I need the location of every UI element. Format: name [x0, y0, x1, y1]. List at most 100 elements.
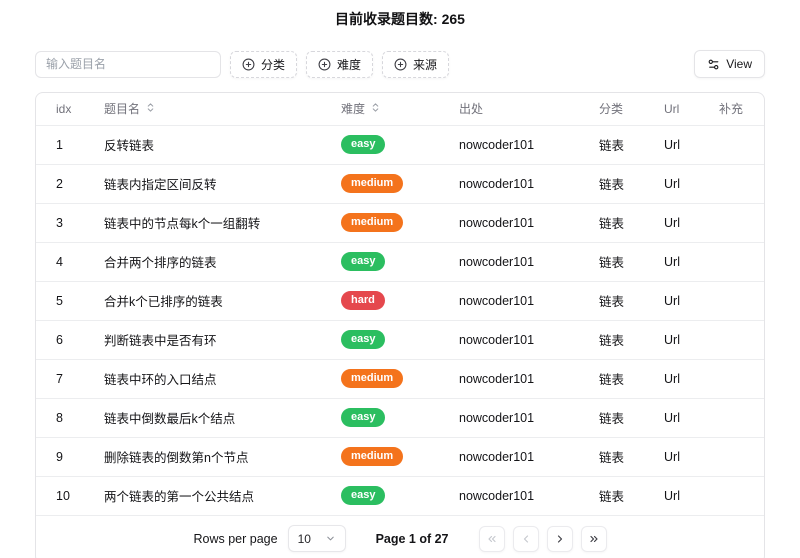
filter-difficulty-button[interactable]: 难度 [306, 50, 374, 78]
cell-url[interactable]: Url [664, 397, 719, 437]
cell-difficulty: medium [341, 202, 459, 242]
search-input[interactable] [35, 50, 221, 78]
cell-category: 链表 [599, 124, 664, 164]
table-row[interactable]: 10 两个链表的第一个公共结点 easy nowcoder101 链表 Url [36, 475, 764, 515]
column-header-idx: idx [56, 101, 72, 116]
cell-idx: 2 [36, 163, 104, 203]
cell-url[interactable]: Url [664, 358, 719, 398]
column-header-category: 分类 [599, 102, 624, 117]
column-header-name[interactable]: 题目名 [104, 93, 341, 125]
cell-category: 链表 [599, 163, 664, 203]
cell-url[interactable]: Url [664, 202, 719, 242]
cell-name: 判断链表中是否有环 [104, 319, 341, 359]
cell-source: nowcoder101 [459, 163, 599, 203]
rows-per-page-select[interactable]: 10 [287, 525, 346, 552]
last-page-button[interactable] [580, 525, 607, 552]
cell-name: 反转链表 [104, 124, 341, 164]
table-row[interactable]: 4 合并两个排序的链表 easy nowcoder101 链表 Url [36, 241, 764, 281]
cell-idx: 1 [36, 124, 104, 164]
cell-idx: 10 [36, 475, 104, 515]
rows-per-page-label: Rows per page [193, 531, 278, 546]
cell-extra [719, 163, 764, 203]
filter-source-button[interactable]: 来源 [382, 50, 450, 78]
cell-extra [719, 319, 764, 359]
cell-category: 链表 [599, 475, 664, 515]
cell-idx: 7 [36, 358, 104, 398]
cell-source: nowcoder101 [459, 475, 599, 515]
sort-icon [145, 102, 156, 116]
cell-url[interactable]: Url [664, 475, 719, 515]
cell-url[interactable]: Url [664, 163, 719, 203]
column-header-difficulty[interactable]: 难度 [341, 93, 459, 125]
cell-difficulty: easy [341, 124, 459, 164]
next-page-button[interactable] [546, 525, 573, 552]
cell-difficulty: easy [341, 397, 459, 437]
table-row[interactable]: 5 合并k个已排序的链表 hard nowcoder101 链表 Url [36, 280, 764, 320]
cell-source: nowcoder101 [459, 397, 599, 437]
column-header-source: 出处 [459, 102, 484, 117]
cell-difficulty: easy [341, 475, 459, 515]
table-row[interactable]: 6 判断链表中是否有环 easy nowcoder101 链表 Url [36, 319, 764, 359]
cell-extra [719, 436, 764, 476]
cell-source: nowcoder101 [459, 358, 599, 398]
view-button[interactable]: View [694, 50, 765, 78]
cell-source: nowcoder101 [459, 280, 599, 320]
filter-source-label: 来源 [413, 57, 438, 72]
plus-circle-icon [318, 58, 331, 71]
cell-url[interactable]: Url [664, 436, 719, 476]
cell-category: 链表 [599, 280, 664, 320]
previous-page-button[interactable] [512, 525, 539, 552]
table-row[interactable]: 9 删除链表的倒数第n个节点 medium nowcoder101 链表 Url [36, 436, 764, 476]
problems-table: idx 题目名 难度 出处 分类 Url 补充 1 反转链表 easy nowc… [36, 93, 764, 515]
cell-difficulty: easy [341, 319, 459, 359]
difficulty-badge: easy [341, 252, 386, 271]
cell-extra [719, 280, 764, 320]
cell-idx: 6 [36, 319, 104, 359]
cell-name: 删除链表的倒数第n个节点 [104, 436, 341, 476]
cell-category: 链表 [599, 202, 664, 242]
problems-table-card: idx 题目名 难度 出处 分类 Url 补充 1 反转链表 easy nowc… [35, 92, 765, 558]
difficulty-badge: hard [341, 291, 385, 310]
cell-source: nowcoder101 [459, 436, 599, 476]
difficulty-badge: medium [341, 369, 404, 388]
table-row[interactable]: 2 链表内指定区间反转 medium nowcoder101 链表 Url [36, 163, 764, 203]
rows-per-page: Rows per page 10 [193, 525, 346, 552]
cell-category: 链表 [599, 397, 664, 437]
cell-source: nowcoder101 [459, 124, 599, 164]
difficulty-badge: medium [341, 213, 404, 232]
cell-name: 链表内指定区间反转 [104, 163, 341, 203]
filter-category-button[interactable]: 分类 [230, 50, 298, 78]
difficulty-badge: easy [341, 135, 386, 154]
column-header-extra: 补充 [719, 102, 744, 117]
cell-url[interactable]: Url [664, 280, 719, 320]
cell-name: 合并两个排序的链表 [104, 241, 341, 281]
cell-difficulty: easy [341, 241, 459, 281]
cell-url[interactable]: Url [664, 124, 719, 164]
chevron-left-icon [523, 534, 528, 543]
cell-extra [719, 397, 764, 437]
pager-buttons [478, 525, 607, 552]
plus-circle-icon [242, 58, 255, 71]
cell-url[interactable]: Url [664, 319, 719, 359]
page-title: 目前收录题目数: 265 [0, 0, 800, 29]
cell-difficulty: medium [341, 163, 459, 203]
table-pagination: Rows per page 10 Page 1 of 27 [36, 515, 764, 558]
cell-name: 链表中的节点每k个一组翻转 [104, 202, 341, 242]
difficulty-badge: easy [341, 486, 386, 506]
cell-url[interactable]: Url [664, 241, 719, 281]
first-page-button[interactable] [478, 525, 505, 552]
sliders-icon [707, 58, 720, 71]
table-row[interactable]: 1 反转链表 easy nowcoder101 链表 Url [36, 124, 764, 164]
table-row[interactable]: 3 链表中的节点每k个一组翻转 medium nowcoder101 链表 Ur… [36, 202, 764, 242]
chevron-down-icon [326, 536, 334, 541]
cell-extra [719, 124, 764, 164]
cell-extra [719, 475, 764, 515]
table-row[interactable]: 8 链表中倒数最后k个结点 easy nowcoder101 链表 Url [36, 397, 764, 437]
difficulty-badge: easy [341, 408, 386, 427]
title-count: 265 [441, 11, 465, 27]
table-row[interactable]: 7 链表中环的入口结点 medium nowcoder101 链表 Url [36, 358, 764, 398]
cell-difficulty: hard [341, 280, 459, 320]
table-header-row: idx 题目名 难度 出处 分类 Url 补充 [36, 93, 764, 125]
difficulty-badge: easy [341, 330, 386, 349]
toolbar: 分类 难度 来源 View [35, 50, 765, 78]
